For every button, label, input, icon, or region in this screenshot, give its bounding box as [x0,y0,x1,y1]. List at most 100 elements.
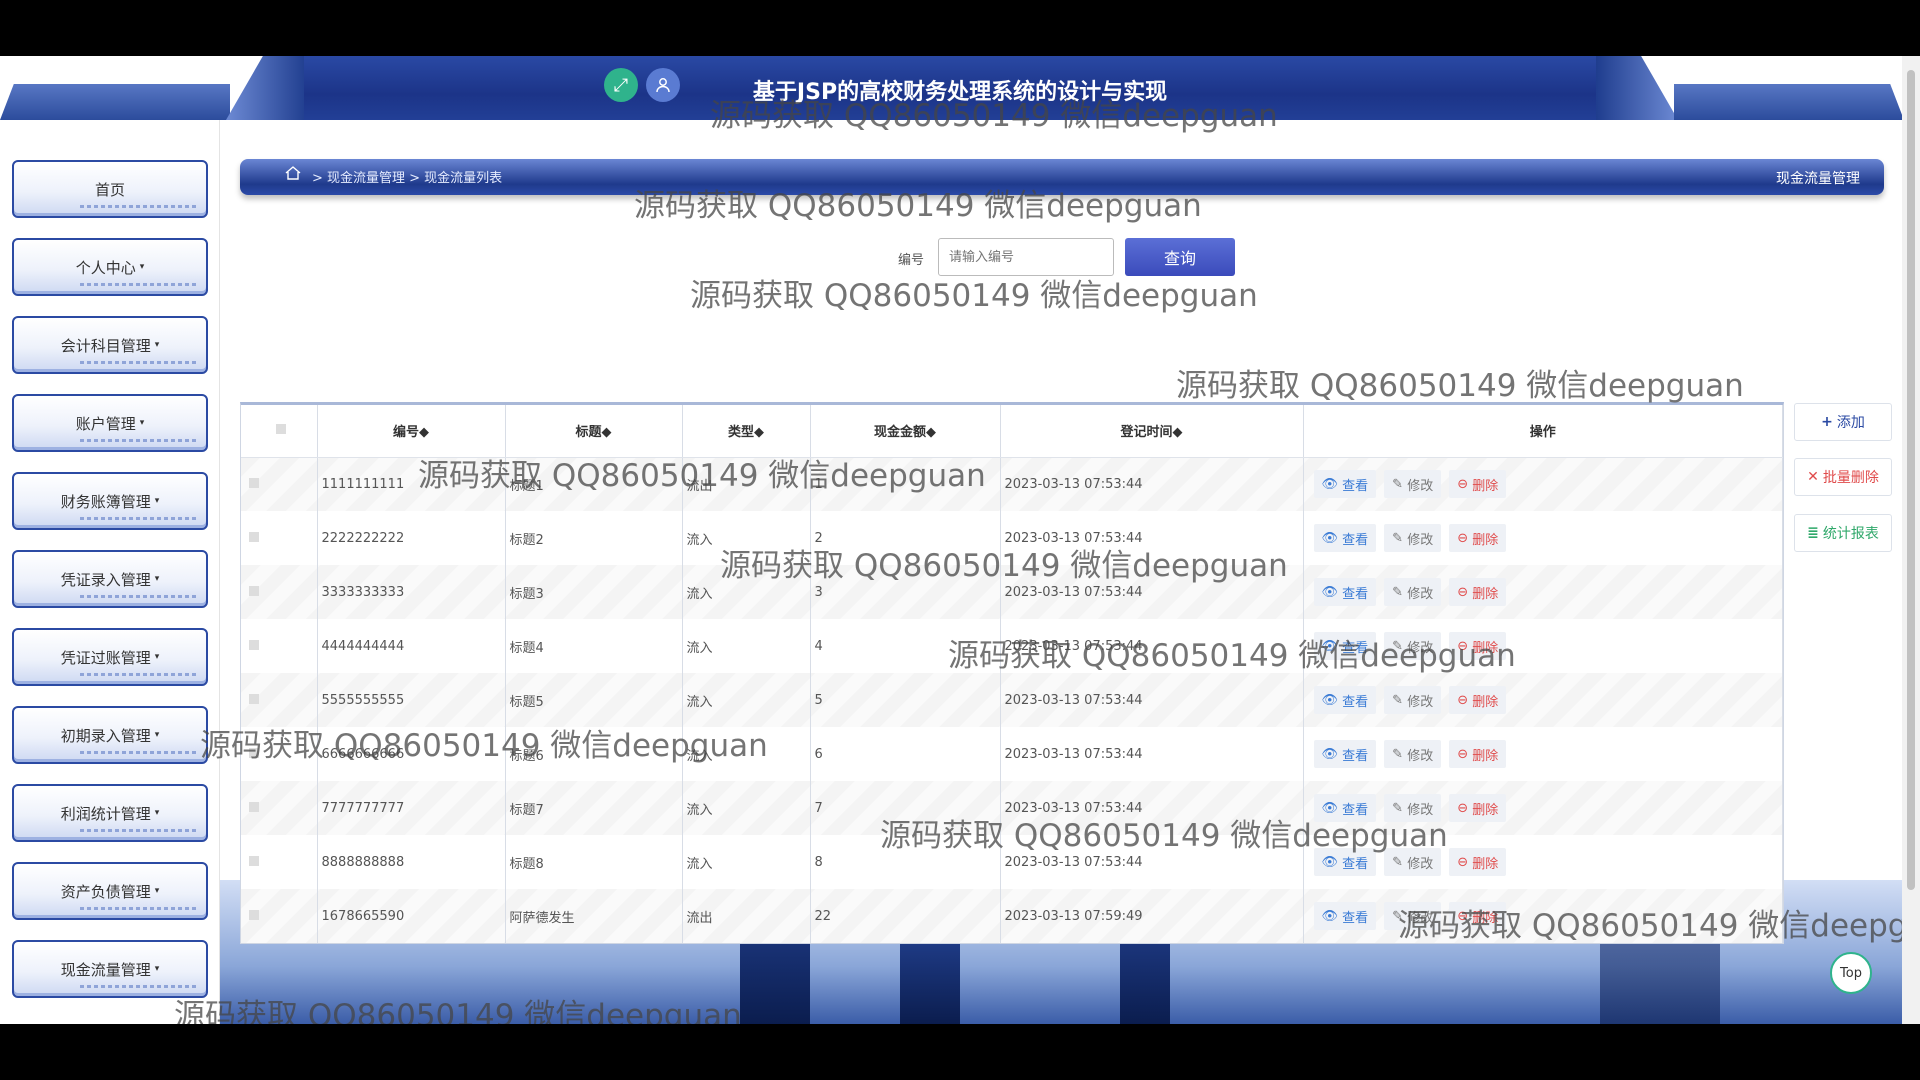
row-select[interactable] [241,781,318,835]
view-button-label: 查看 [1342,802,1369,818]
row-select[interactable] [241,565,318,619]
cell-title: 标题3 [505,565,683,619]
row-select[interactable] [241,835,318,889]
eye-icon: 👁 [1321,476,1339,492]
column-header-type[interactable]: 类型◆ [682,405,811,458]
sidebar-item-cash-flow[interactable]: 现金流量管理 ▾ [12,940,208,998]
row-select[interactable] [241,619,318,673]
sidebar-item-personal-center[interactable]: 个人中心 ▾ [12,238,208,296]
select-all-checkbox[interactable] [275,424,286,435]
delete-button[interactable]: ⊖ 删除 [1449,524,1507,552]
back-to-top-button[interactable]: Top [1830,952,1872,994]
table-row: 3333333333 标题3 流入 3 2023-03-13 07:53:44 👁 查看 ✎… [241,565,1783,619]
sidebar-item-label: 初期录入管理 [60,726,151,745]
sidebar-item-label: 账户管理 [75,414,136,433]
sidebar-item-voucher-entry[interactable]: 凭证录入管理 ▾ [12,550,208,608]
edit-button[interactable]: ✎ 修改 [1384,524,1442,552]
column-header-amount[interactable]: 现金金额◆ [810,405,1001,458]
edit-button[interactable]: ✎ 修改 [1384,902,1442,930]
cell-amount: 22 [810,889,1001,943]
sidebar-item-initial-entry[interactable]: 初期录入管理 ▾ [12,706,208,764]
expand-icon[interactable]: ⤢ [604,68,638,102]
sidebar-item-accounts[interactable]: 账户管理 ▾ [12,394,208,452]
view-button[interactable]: 👁 查看 [1313,470,1377,499]
delete-button[interactable]: ⊖ 删除 [1449,470,1507,499]
search-label: 编号 [898,253,925,268]
edit-button-label: 修改 [1407,532,1434,548]
view-button[interactable]: 👁 查看 [1313,578,1377,606]
sidebar-item-voucher-posting[interactable]: 凭证过账管理 ▾ [12,628,208,686]
edit-button[interactable]: ✎ 修改 [1384,740,1442,768]
delete-button[interactable]: ⊖ 删除 [1449,632,1507,660]
cell-type: 流入 [682,565,811,619]
search-button[interactable]: 查询 [1125,238,1235,276]
sidebar-item-home[interactable]: 首页 [12,160,208,218]
sidebar-item-ledgers[interactable]: 财务账簿管理 ▾ [12,472,208,530]
view-button[interactable]: 👁 查看 [1313,902,1377,930]
letterbox-bottom [0,1024,1920,1080]
row-checkbox[interactable] [249,531,259,542]
batch-delete-button[interactable]: ✕ 批量删除 [1794,458,1892,496]
view-button-label: 查看 [1342,640,1369,656]
search-input[interactable] [938,238,1114,276]
pencil-icon: ✎ [1392,746,1404,762]
row-checkbox[interactable] [249,639,259,650]
cell-amount: 8 [810,835,1001,889]
row-checkbox[interactable] [249,477,259,488]
delete-button[interactable]: ⊖ 删除 [1449,794,1507,822]
edit-button[interactable]: ✎ 修改 [1384,578,1442,606]
edit-button[interactable]: ✎ 修改 [1384,686,1442,714]
delete-button-label: 删除 [1472,748,1499,764]
cell-type: 流入 [682,511,811,565]
view-button[interactable]: 👁 查看 [1313,524,1377,552]
delete-button[interactable]: ⊖ 删除 [1449,686,1507,714]
report-button-label: 统计报表 [1822,526,1879,542]
delete-button[interactable]: ⊖ 删除 [1449,848,1507,876]
delete-button-label: 删除 [1472,802,1499,818]
cell-time: 2023-03-13 07:53:44 [1000,565,1304,619]
add-button[interactable]: + 添加 [1794,403,1892,441]
batch-delete-button-label: 批量删除 [1822,470,1879,486]
sidebar: 首页 个人中心 ▾ 会计科目管理 ▾ 账户管理 ▾ 财务账簿管理 ▾ 凭证录入管理 ▾ 凭… [0,120,220,1024]
page-section-title: 现金流量管理 [1776,171,1860,187]
sidebar-item-accounting-subjects[interactable]: 会计科目管理 ▾ [12,316,208,374]
user-icon[interactable] [646,68,680,102]
edit-button[interactable]: ✎ 修改 [1384,794,1442,822]
sidebar-item-profit-stats[interactable]: 利润统计管理 ▾ [12,784,208,842]
report-button[interactable]: ≣ 统计报表 [1794,514,1892,552]
column-header-id[interactable]: 编号◆ [317,405,506,458]
view-button[interactable]: 👁 查看 [1313,632,1377,660]
sidebar-item-balance-sheet[interactable]: 资产负债管理 ▾ [12,862,208,920]
row-select[interactable] [241,673,318,727]
view-button[interactable]: 👁 查看 [1313,686,1377,714]
delete-button[interactable]: ⊖ 删除 [1449,578,1507,606]
edit-button[interactable]: ✎ 修改 [1384,470,1442,499]
scrollbar-thumb[interactable] [1907,70,1915,890]
row-checkbox[interactable] [249,585,259,596]
chevron-down-icon: ▾ [139,418,145,428]
view-button[interactable]: 👁 查看 [1313,740,1377,768]
edit-button[interactable]: ✎ 修改 [1384,848,1442,876]
select-all-column[interactable] [241,405,318,458]
column-header-title[interactable]: 标题◆ [505,405,683,458]
edit-button[interactable]: ✎ 修改 [1384,632,1442,660]
table-row: 1111111111 标题1 流出 1 2023-03-13 07:53:44 👁 查看 ✎… [241,457,1783,511]
row-checkbox[interactable] [249,855,259,866]
view-button[interactable]: 👁 查看 [1313,848,1377,876]
row-checkbox[interactable] [249,747,259,758]
edit-button-label: 修改 [1407,910,1434,926]
view-button[interactable]: 👁 查看 [1313,794,1377,822]
home-icon[interactable] [284,165,302,181]
row-select[interactable] [241,889,318,943]
row-select[interactable] [241,457,318,511]
delete-button[interactable]: ⊖ 删除 [1449,902,1507,930]
row-checkbox[interactable] [249,801,259,812]
scrollbar[interactable] [1902,56,1920,1024]
row-checkbox[interactable] [249,693,259,704]
row-select[interactable] [241,511,318,565]
row-checkbox[interactable] [249,909,259,920]
row-select[interactable] [241,727,318,781]
delete-button[interactable]: ⊖ 删除 [1449,740,1507,768]
column-header-time[interactable]: 登记时间◆ [1000,405,1304,458]
chevron-down-icon: ▾ [154,652,160,662]
